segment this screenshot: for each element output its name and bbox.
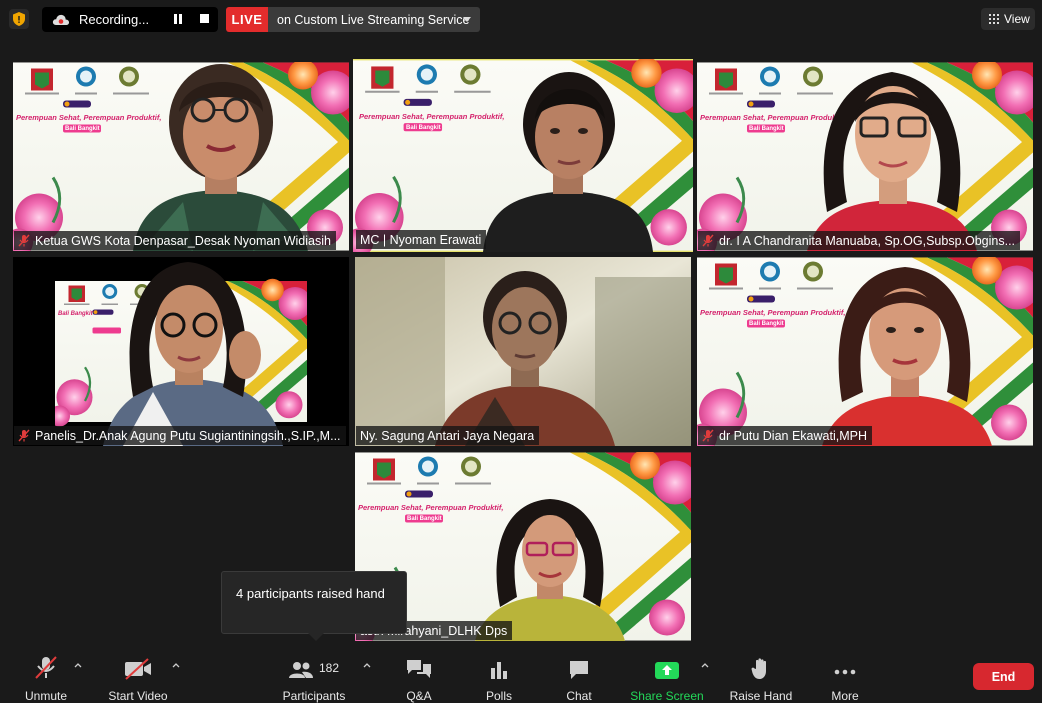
participant-name: Panelis_Dr.Anak Agung Putu Sugiantinings…: [35, 428, 341, 443]
participant-nameplate: dr. I A Chandranita Manuaba, Sp.OG,Subsp…: [698, 231, 1021, 250]
muted-mic-icon: [702, 234, 714, 247]
qa-label: Q&A: [406, 689, 432, 703]
participant-video: [822, 267, 992, 446]
share-screen-icon: [655, 662, 679, 679]
slide-banner: Bali Bangkit: [58, 311, 94, 317]
participant-video: [807, 72, 977, 251]
meeting-top-bar: Recording... LIVE on Custom Live Streami…: [0, 0, 1042, 40]
participant-video: [133, 64, 308, 251]
chevron-up-icon[interactable]: [363, 662, 371, 668]
participant-nameplate: MC | Nyoman Erawati: [356, 230, 487, 249]
grid-view-icon: [989, 14, 999, 24]
more-button[interactable]: More: [827, 654, 863, 703]
raised-hands-text: 4 participants raised hand: [236, 586, 385, 601]
more-label: More: [831, 689, 859, 703]
unmute-label: Unmute: [24, 689, 68, 703]
end-meeting-button[interactable]: End: [973, 663, 1034, 690]
polls-button[interactable]: Polls: [481, 654, 517, 703]
participant-name: dr. I A Chandranita Manuaba, Sp.OG,Subsp…: [719, 233, 1016, 248]
participant-nameplate: Panelis_Dr.Anak Agung Putu Sugiantinings…: [14, 426, 346, 445]
participant-video: [435, 271, 615, 446]
share-screen-button[interactable]: Share Screen: [630, 654, 704, 703]
slide-banner: Bali Bangkit: [406, 125, 441, 131]
video-tile[interactable]: Perempuan Sehat, Perempuan Produktif, Ba…: [13, 62, 349, 251]
raised-hands-tooltip: 4 participants raised hand: [221, 571, 407, 641]
slide-banner: Bali Bangkit: [749, 321, 784, 327]
raise-hand-label: Raise Hand: [729, 689, 793, 703]
video-off-icon: [125, 658, 151, 680]
share-screen-label: Share Screen: [630, 689, 704, 703]
caret-down-icon: [463, 17, 471, 22]
live-streaming-dropdown[interactable]: on Custom Live Streaming Service: [268, 7, 480, 32]
slide-banner: Bali Bangkit: [407, 516, 442, 522]
video-tile[interactable]: Ny. Sagung Antari Jaya Negara: [355, 257, 691, 446]
participant-video: [483, 72, 653, 252]
raise-hand-icon: [751, 658, 766, 679]
polls-icon: [491, 662, 507, 679]
polls-label: Polls: [485, 689, 512, 703]
participant-name: Ketua GWS Kota Denpasar_Desak Nyoman Wid…: [35, 233, 331, 248]
muted-mic-icon: [18, 429, 30, 442]
chevron-up-icon[interactable]: [701, 662, 709, 668]
participant-video: [103, 262, 283, 446]
participants-icon: [288, 662, 313, 678]
qa-icon: [407, 660, 431, 678]
slide-banner: Bali Bangkit: [749, 126, 784, 132]
cloud-recording-icon: [52, 14, 70, 25]
participant-video: [475, 499, 625, 641]
participant-nameplate: Ketua GWS Kota Denpasar_Desak Nyoman Wid…: [14, 231, 336, 250]
video-tile[interactable]: Bali Bangkit Panelis_Dr.Anak Agung Putu …: [13, 257, 349, 446]
participants-label: Participants: [282, 689, 346, 703]
chevron-up-icon[interactable]: [74, 662, 82, 668]
security-shield-icon[interactable]: [9, 9, 29, 29]
slide-banner: Bali Bangkit: [65, 126, 100, 132]
chat-button[interactable]: Chat: [561, 654, 597, 703]
chat-icon: [570, 661, 588, 679]
chat-label: Chat: [566, 689, 592, 703]
live-service-label: on Custom Live Streaming Service: [277, 12, 470, 27]
qa-button[interactable]: Q&A: [398, 654, 440, 703]
participants-count: 182: [318, 661, 340, 675]
start-video-button[interactable]: Start Video: [107, 654, 169, 703]
participant-nameplate: dr Putu Dian Ekawati,MPH: [698, 426, 872, 445]
live-badge[interactable]: LIVE: [226, 7, 268, 32]
raise-hand-button[interactable]: Raise Hand: [729, 654, 793, 703]
stop-recording-icon[interactable]: [200, 14, 209, 23]
more-dots-icon: [834, 669, 856, 675]
muted-mic-icon: [702, 429, 714, 442]
participants-button[interactable]: 182 Participants: [281, 654, 347, 703]
participant-name: Ny. Sagung Antari Jaya Negara: [360, 428, 535, 443]
unmute-button[interactable]: Unmute: [20, 654, 72, 703]
chevron-up-icon[interactable]: [172, 662, 180, 668]
meeting-toolbar: Unmute Start Video 182 Participants Q&A …: [0, 648, 1042, 703]
view-label: View: [1004, 12, 1030, 26]
recording-indicator: Recording...: [42, 7, 218, 32]
pause-recording-icon[interactable]: [172, 13, 184, 25]
participant-name: dr Putu Dian Ekawati,MPH: [719, 428, 867, 443]
muted-mic-icon: [18, 234, 30, 247]
recording-label: Recording...: [79, 12, 150, 27]
video-tile[interactable]: Perempuan Sehat, Perempuan Produktif, Ba…: [697, 62, 1033, 251]
view-button[interactable]: View: [981, 8, 1035, 30]
video-tile[interactable]: Perempuan Sehat, Perempuan Produktif, Ba…: [697, 257, 1033, 446]
participant-name: MC | Nyoman Erawati: [360, 232, 482, 247]
mic-muted-icon: [35, 656, 57, 679]
participant-nameplate: Ny. Sagung Antari Jaya Negara: [356, 426, 540, 445]
video-tile-active-speaker[interactable]: Perempuan Sehat, Perempuan Produktif, Ba…: [353, 59, 693, 252]
start-video-label: Start Video: [108, 689, 168, 703]
